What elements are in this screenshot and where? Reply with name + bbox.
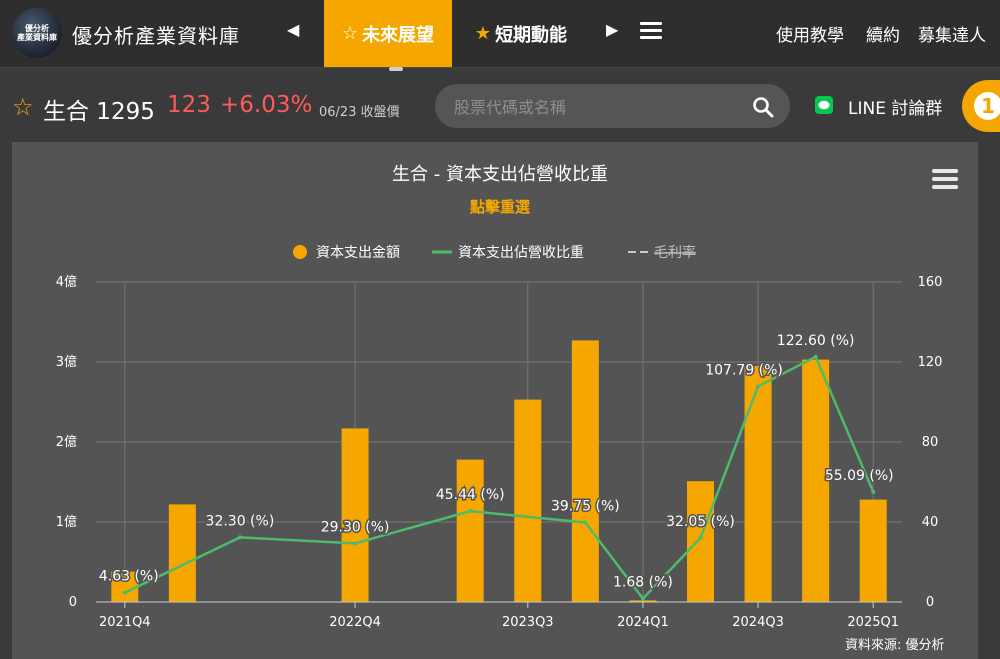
line-group-link[interactable]: LINE 討論群 [848,94,942,119]
nav-prev-arrow-icon[interactable]: ◀ [287,20,299,39]
legend-label: 資本支出金額 [316,245,400,261]
point-capex-ratio-2024Q1 [640,596,645,601]
tab-label: 未來展望 [362,24,435,46]
bar-capex-2022Q4 [341,428,369,602]
y-right-tick-label: 0 [926,595,934,610]
x-tick-label: 2024Q1 [617,615,669,630]
bar-capex-2023Q2 [456,459,484,602]
site-logo[interactable]: 優分析 產業資料庫 [12,8,62,58]
star-filled-icon: ★ [474,23,492,44]
nav-next-arrow-icon[interactable]: ▶ [606,20,618,39]
data-label-capex-ratio: 107.79 (%) [705,362,783,378]
data-label-capex-ratio: 32.05 (%) [666,514,735,530]
point-capex-ratio-2021Q4 [122,590,127,595]
bar-capex-2025Q1 [859,499,887,602]
y-left-tick-label: 4億 [56,274,77,290]
y-left-tick-label: 0 [69,595,77,610]
nav-link-tutorial[interactable]: 使用教學 [776,21,844,46]
logo-line2: 產業資料庫 [17,33,57,42]
y-right-tick-label: 80 [922,435,939,450]
data-label-capex-ratio: 45.44 (%) [436,487,505,503]
bar-capex-2024Q3 [744,366,772,602]
data-label-capex-ratio: 32.30 (%) [206,513,275,529]
nav-link-renew[interactable]: 續約 [866,21,900,46]
point-capex-ratio-2023Q2 [468,509,473,514]
x-tick-label: 2021Q4 [99,615,151,630]
stock-change: +6.03% [220,92,313,118]
logo-line1: 優分析 [25,24,49,33]
bar-capex-2022Q1 [168,504,196,602]
x-tick-label: 2025Q1 [847,615,899,630]
top-nav: 優分析 產業資料庫 優分析產業資料庫 ◀ ☆ 未來展望 ★ 短期動能 ▶ 使用教… [0,0,1000,71]
point-capex-ratio-2024Q3 [756,384,761,389]
stock-name-code: 生合 1295 [43,99,155,125]
legend-marker-circle [293,245,307,259]
legend-label: 資本支出佔營收比重 [458,245,584,261]
y-left-tick-label: 2億 [56,434,77,450]
y-left-tick-label: 1億 [56,514,77,530]
data-label-capex-ratio: 1.68 (%) [613,575,673,591]
x-tick-label: 2024Q3 [732,615,784,630]
data-label-capex-ratio: 39.75 (%) [551,499,620,515]
badge-number: 1 [974,92,1000,120]
data-source-note: 資料來源: 優分析 [845,638,945,653]
point-capex-ratio-2022Q4 [353,541,358,546]
point-capex-ratio-2022Q2 [237,535,242,540]
search-input[interactable] [452,94,746,120]
hamburger-menu-icon[interactable] [640,22,662,40]
star-outline-icon: ☆ [341,23,359,44]
stock-bar: ☆ 生合 1295 123 +6.03% 06/23 收盤價 LINE 討論群 … [0,68,1000,140]
bar-capex-2023Q4 [571,340,599,602]
point-capex-ratio-2025Q1 [871,489,876,494]
tab-future-outlook[interactable]: ☆ 未來展望 [324,0,452,67]
data-label-capex-ratio: 122.60 (%) [777,333,855,349]
line-app-icon[interactable] [815,96,833,114]
data-label-capex-ratio: 4.63 (%) [99,569,159,585]
point-capex-ratio-2024Q4 [813,354,818,359]
y-left-tick-label: 3億 [56,354,77,370]
stock-price: 123 [167,92,211,118]
data-label-capex-ratio: 29.30 (%) [321,519,390,535]
tab-label: 短期動能 [495,24,568,46]
favorite-star-icon[interactable]: ☆ [12,93,34,121]
data-label-capex-ratio: 55.09 (%) [825,468,894,484]
chart-panel: 生合 - 資本支出佔營收比重 點擊重選 資本支出金額 資本支出佔營收比重 毛利率 0 1… [12,142,978,659]
x-tick-label: 2023Q3 [502,615,554,630]
tab-short-term-momentum[interactable]: ★ 短期動能 [465,0,577,67]
y-right-tick-label: 40 [922,515,939,530]
x-tick-label: 2022Q4 [329,615,381,630]
site-title[interactable]: 優分析產業資料庫 [72,20,240,49]
y-right-tick-label: 120 [918,355,943,370]
stock-date-note: 06/23 收盤價 [319,105,400,120]
notification-badge[interactable]: 1 [962,80,1000,132]
chart-svg: 資本支出金額 資本支出佔營收比重 毛利率 0 1億 2億 3億 4億 0 40 80 120 160 20… [56,244,943,630]
point-capex-ratio-2023Q4 [583,520,588,525]
point-capex-ratio-2024Q2 [698,535,703,540]
y-right-tick-label: 160 [918,275,943,290]
nav-link-recruit[interactable]: 募集達人 [918,21,986,46]
search-icon[interactable] [752,96,774,118]
bar-capex-2023Q3 [514,399,542,602]
legend-label: 毛利率 [654,244,696,261]
bar-capex-2024Q2 [687,481,714,602]
